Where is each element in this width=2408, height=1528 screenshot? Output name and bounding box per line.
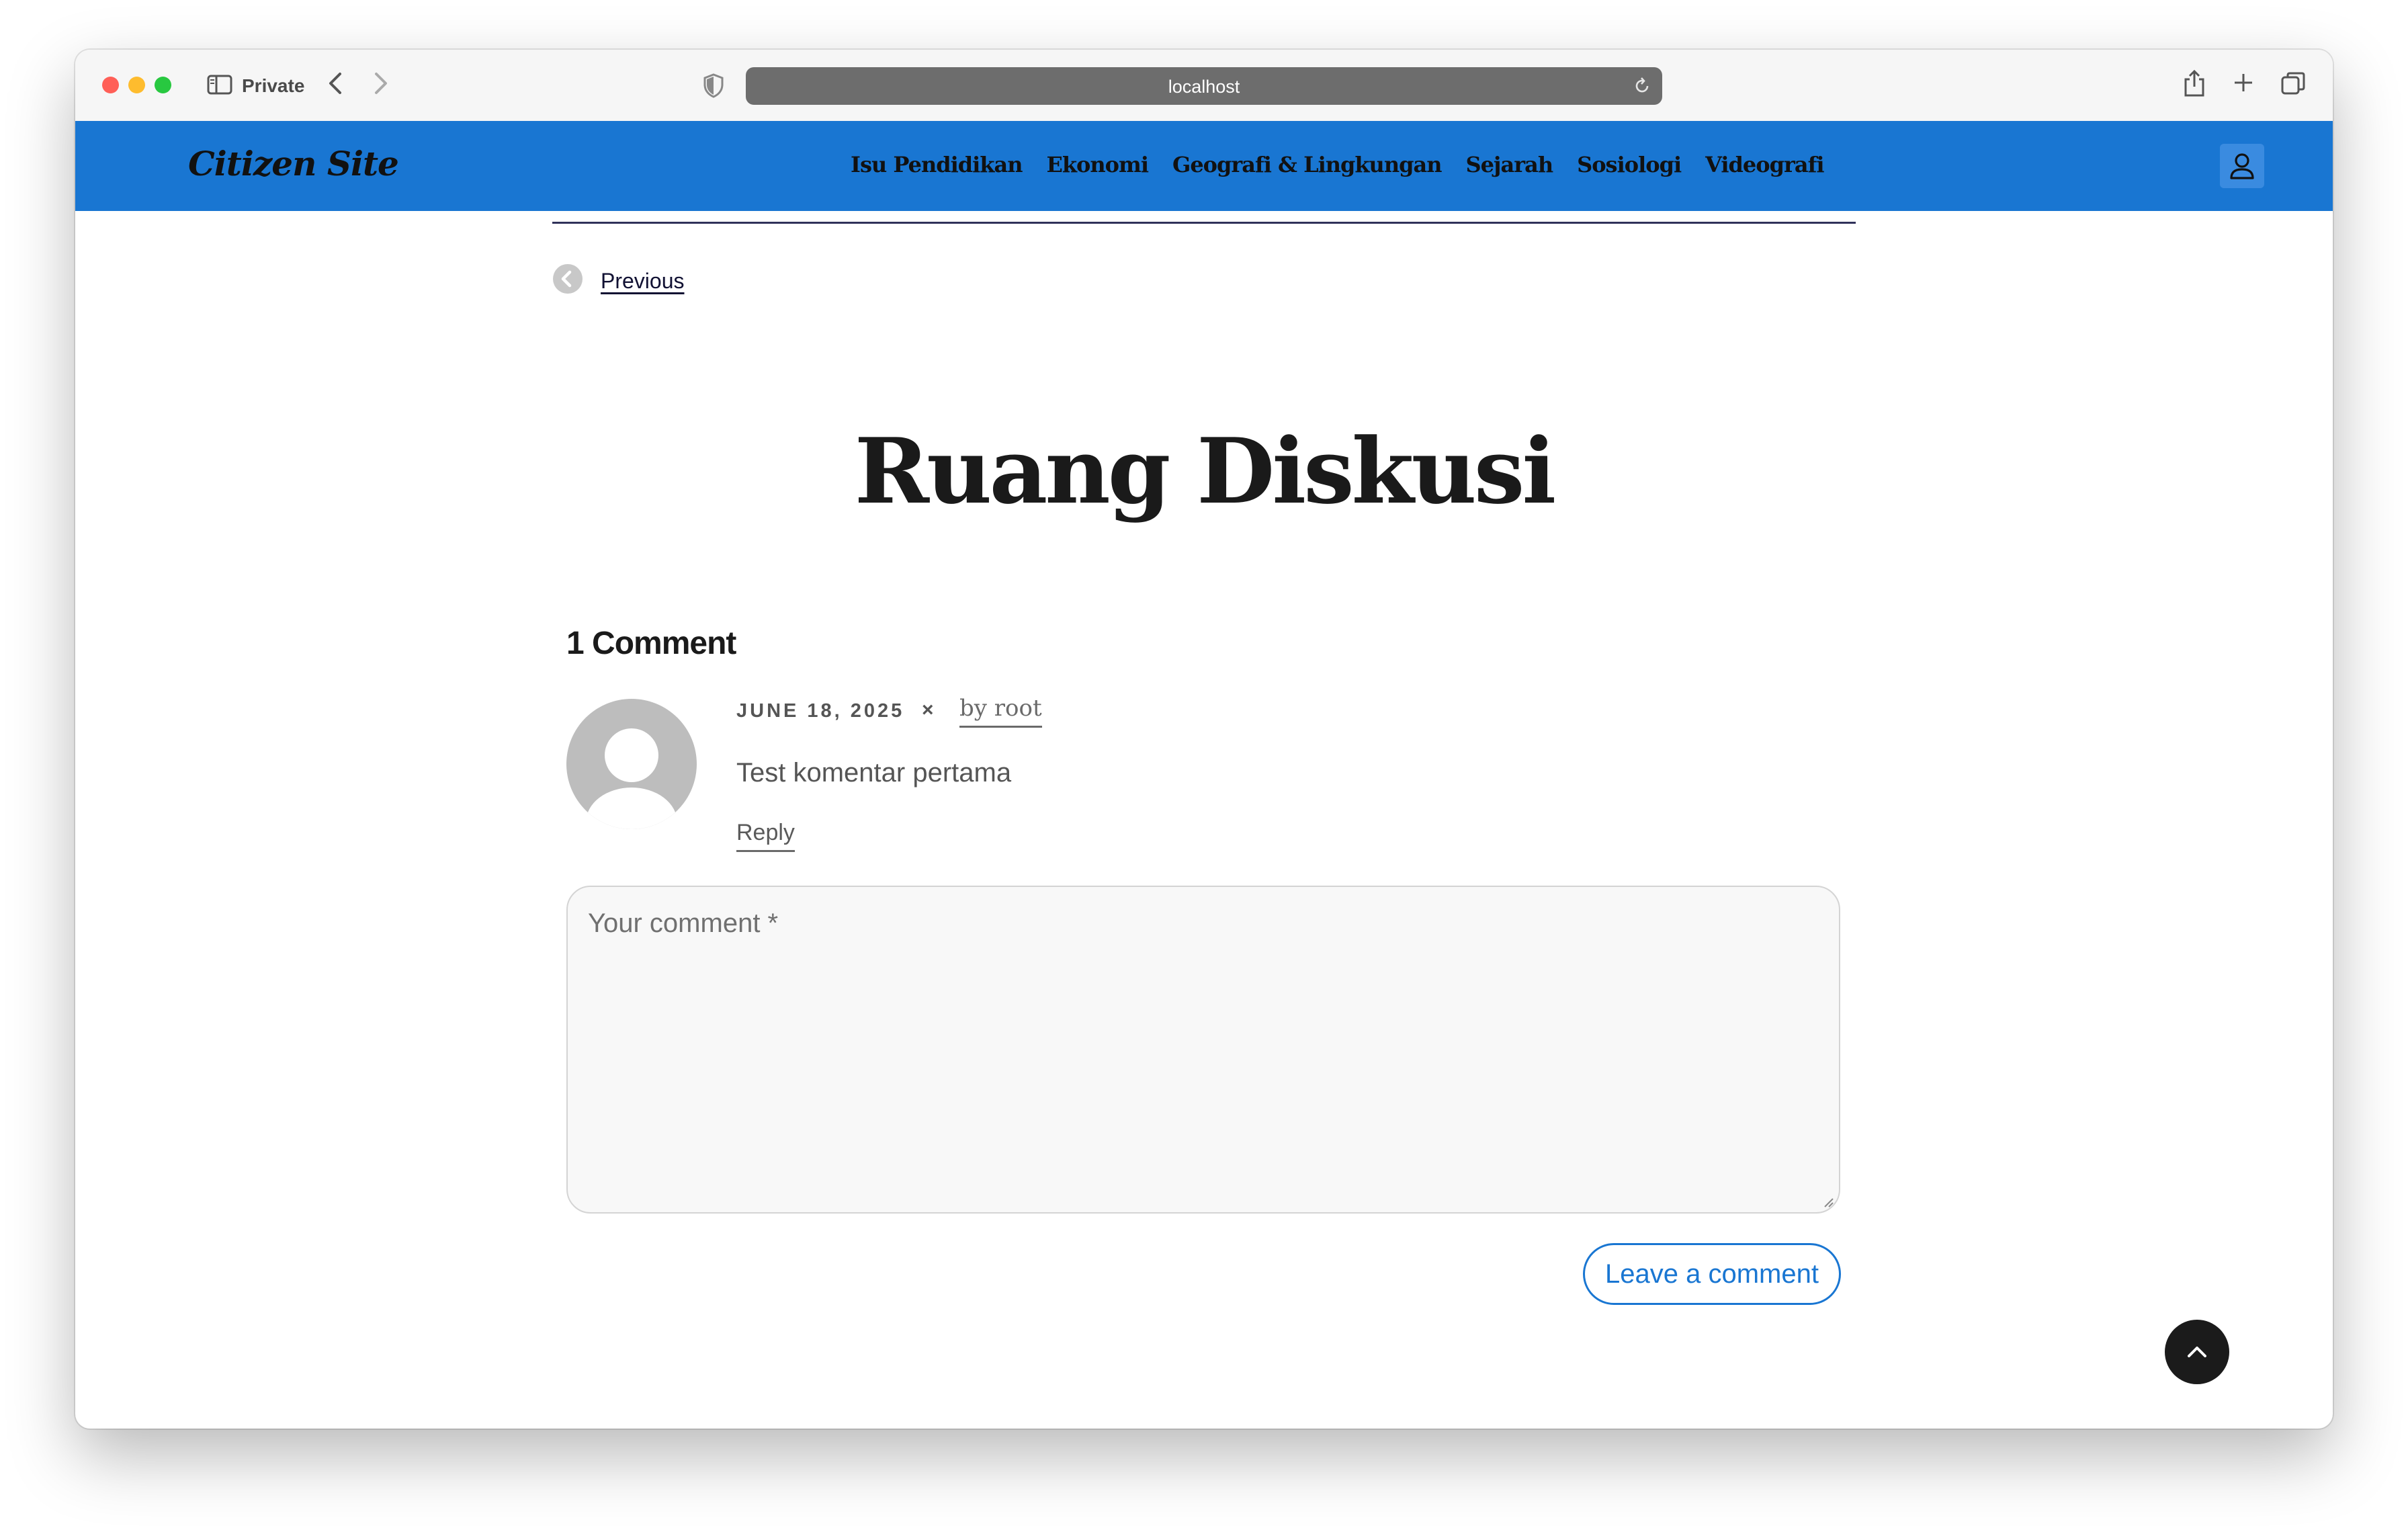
comment-textarea[interactable] <box>566 886 1840 1214</box>
page-title: Ruang Diskusi <box>854 418 1557 524</box>
chevron-up-icon <box>2188 1347 2206 1357</box>
tab-overview-icon[interactable] <box>2280 71 2306 100</box>
chevron-left-circle-icon[interactable] <box>552 263 583 298</box>
menu-item-videografi[interactable]: Videografi <box>1705 152 1824 177</box>
reply-link[interactable]: Reply <box>736 820 795 852</box>
comment-text: Test komentar pertama <box>736 758 1012 788</box>
zoom-window-button[interactable] <box>155 77 171 93</box>
account-button[interactable] <box>2220 144 2264 188</box>
browser-window: Private localhost Citizen Site Isu Pendi… <box>75 50 2333 1429</box>
default-avatar-icon <box>566 699 697 829</box>
user-icon <box>2230 153 2254 179</box>
sidebar-toggle-icon[interactable] <box>207 74 232 99</box>
previous-post-link[interactable]: Previous <box>601 269 685 294</box>
menu-item-geografi-lingkungan[interactable]: Geografi & Lingkungan <box>1172 152 1442 177</box>
comment-date: JUNE 18, 2025 <box>736 700 905 722</box>
reload-icon[interactable] <box>1633 77 1651 99</box>
address-bar[interactable]: localhost <box>746 67 1662 105</box>
minimize-window-button[interactable] <box>128 77 145 93</box>
new-tab-icon[interactable] <box>2232 71 2255 97</box>
privacy-shield-icon[interactable] <box>703 73 724 101</box>
close-window-button[interactable] <box>102 77 119 93</box>
private-browsing-label: Private <box>242 75 305 96</box>
leave-comment-button[interactable]: Leave a comment <box>1583 1243 1841 1305</box>
share-icon[interactable] <box>2182 69 2206 101</box>
forward-arrow-icon[interactable] <box>371 70 391 100</box>
back-arrow-icon[interactable] <box>325 70 345 100</box>
menu-item-sosiologi[interactable]: Sosiologi <box>1577 152 1682 177</box>
comment-meta-separator: × <box>922 699 934 721</box>
textarea-resize-handle[interactable] <box>1822 1196 1834 1212</box>
menu-item-isu-pendidikan[interactable]: Isu Pendidikan <box>851 152 1023 177</box>
header-divider <box>552 222 1856 224</box>
browser-toolbar: Private localhost <box>75 50 2333 122</box>
commenter-avatar <box>566 699 697 829</box>
site-header: Citizen Site Isu Pendidikan Ekonomi Geog… <box>75 121 2333 211</box>
menu-item-ekonomi[interactable]: Ekonomi <box>1046 152 1149 177</box>
menu-item-sejarah[interactable]: Sejarah <box>1465 152 1553 177</box>
back-to-top-button[interactable] <box>2165 1320 2229 1384</box>
site-logo[interactable]: Citizen Site <box>188 144 399 183</box>
address-bar-url: localhost <box>1168 77 1240 97</box>
primary-menu: Isu Pendidikan Ekonomi Geografi & Lingku… <box>851 152 1824 177</box>
comments-heading: 1 Comment <box>566 626 736 661</box>
comment-author-link[interactable]: by root <box>959 695 1042 728</box>
